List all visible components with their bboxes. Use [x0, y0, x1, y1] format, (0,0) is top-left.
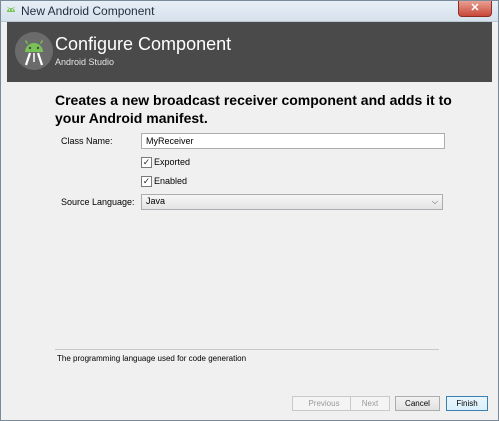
window-title: New Android Component: [21, 4, 155, 18]
finish-button[interactable]: Finish: [446, 396, 488, 411]
button-bar: Previous Next Cancel Finish: [7, 390, 492, 419]
description-divider: [55, 349, 439, 350]
android-studio-icon: [7, 6, 15, 12]
page-heading: Creates a new broadcast receiver compone…: [55, 92, 452, 126]
exported-checkbox[interactable]: ✓: [141, 157, 152, 168]
form-panel: Creates a new broadcast receiver compone…: [7, 82, 492, 390]
class-name-label: Class Name:: [61, 136, 113, 146]
cancel-button[interactable]: Cancel: [395, 396, 440, 411]
new-android-component-dialog: New Android Component ✕ Configure Compon…: [0, 0, 499, 421]
enabled-checkbox[interactable]: ✓: [141, 176, 152, 187]
field-description: The programming language used for code g…: [57, 354, 247, 363]
chevron-down-icon: ⌵: [431, 197, 438, 206]
previous-button[interactable]: Previous: [292, 396, 356, 411]
source-language-label: Source Language:: [61, 197, 135, 207]
class-name-input[interactable]: [141, 133, 445, 149]
source-language-select[interactable]: Java ⌵: [141, 194, 443, 210]
enabled-label: Enabled: [154, 176, 188, 186]
title-bar[interactable]: New Android Component ✕: [1, 1, 498, 22]
banner-title: Configure Component: [55, 34, 232, 54]
close-button[interactable]: ✕: [458, 1, 492, 17]
header-banner: Configure Component Android Studio: [7, 22, 492, 82]
android-studio-logo: [15, 32, 53, 70]
next-button[interactable]: Next: [350, 396, 390, 411]
close-icon: ✕: [470, 2, 480, 14]
banner-subtitle: Android Studio: [55, 57, 115, 67]
exported-label: Exported: [154, 157, 191, 167]
source-language-value: Java: [146, 196, 166, 206]
